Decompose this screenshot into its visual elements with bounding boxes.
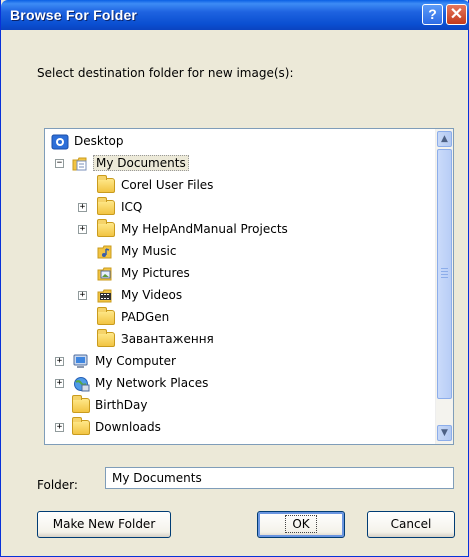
- folder-icon: [97, 219, 115, 237]
- scroll-thumb[interactable]: [437, 149, 452, 399]
- computer-icon: [72, 354, 90, 369]
- tree-item-label: ICQ: [121, 200, 143, 214]
- music-folder-icon: [97, 244, 115, 259]
- folder-label: Folder:: [37, 478, 78, 492]
- folder-input[interactable]: My Documents: [105, 467, 454, 489]
- folder-icon: [97, 307, 115, 325]
- make-new-folder-button[interactable]: Make New Folder: [37, 511, 171, 538]
- tree-item-label: My Music: [121, 244, 177, 258]
- desktop-icon: [51, 134, 69, 150]
- tree-item-label: PADGen: [121, 310, 170, 324]
- folder-icon: [97, 329, 115, 347]
- tree-item-label: Corel User Files: [121, 178, 214, 192]
- tree-item-label: My Pictures: [121, 266, 190, 280]
- help-button[interactable]: ?: [422, 4, 443, 25]
- close-button[interactable]: ✕: [446, 4, 467, 25]
- expand-toggle[interactable]: +: [55, 357, 64, 366]
- expand-toggle[interactable]: +: [55, 423, 64, 432]
- tree-item-label: My Documents: [93, 155, 189, 171]
- collapse-toggle[interactable]: −: [55, 159, 64, 168]
- prompt-text: Select destination folder for new image(…: [37, 66, 294, 80]
- tree-item-label: My HelpAndManual Projects: [121, 222, 288, 236]
- cancel-button[interactable]: Cancel: [367, 511, 455, 538]
- title-bar[interactable]: Browse For Folder ? ✕: [1, 0, 469, 30]
- my-documents-icon: [72, 156, 90, 171]
- network-icon: [72, 376, 90, 392]
- expand-toggle[interactable]: +: [78, 291, 87, 300]
- ok-button-label: OK: [285, 515, 317, 533]
- expand-toggle[interactable]: +: [78, 225, 87, 234]
- tree-item-label: BirthDay: [95, 398, 148, 412]
- pictures-folder-icon: [97, 266, 115, 281]
- expand-toggle[interactable]: +: [78, 203, 87, 212]
- folder-icon: [72, 395, 90, 413]
- expand-toggle[interactable]: +: [55, 379, 64, 388]
- scroll-down-button[interactable]: ▼: [437, 425, 452, 441]
- folder-tree[interactable]: Desktop − My Documents Corel User Files …: [44, 128, 454, 445]
- folder-icon: [97, 197, 115, 215]
- browse-for-folder-dialog: Browse For Folder ? ✕ Select destination…: [0, 0, 469, 557]
- tree-item-label: Downloads: [95, 420, 161, 434]
- folder-icon: [97, 175, 115, 193]
- dialog-title: Browse For Folder: [10, 7, 138, 23]
- tree-item-label: My Network Places: [95, 376, 209, 390]
- tree-item-label: My Videos: [121, 288, 183, 302]
- tree-item-label: Desktop: [74, 134, 124, 148]
- tree-item-label: Завантаження: [121, 332, 214, 346]
- vertical-scrollbar[interactable]: ▲ ▼: [435, 129, 453, 444]
- ok-button[interactable]: OK: [257, 511, 345, 538]
- folder-icon: [72, 417, 90, 435]
- scroll-up-button[interactable]: ▲: [437, 131, 452, 147]
- videos-folder-icon: [97, 288, 115, 303]
- tree-item-label: My Computer: [95, 354, 176, 368]
